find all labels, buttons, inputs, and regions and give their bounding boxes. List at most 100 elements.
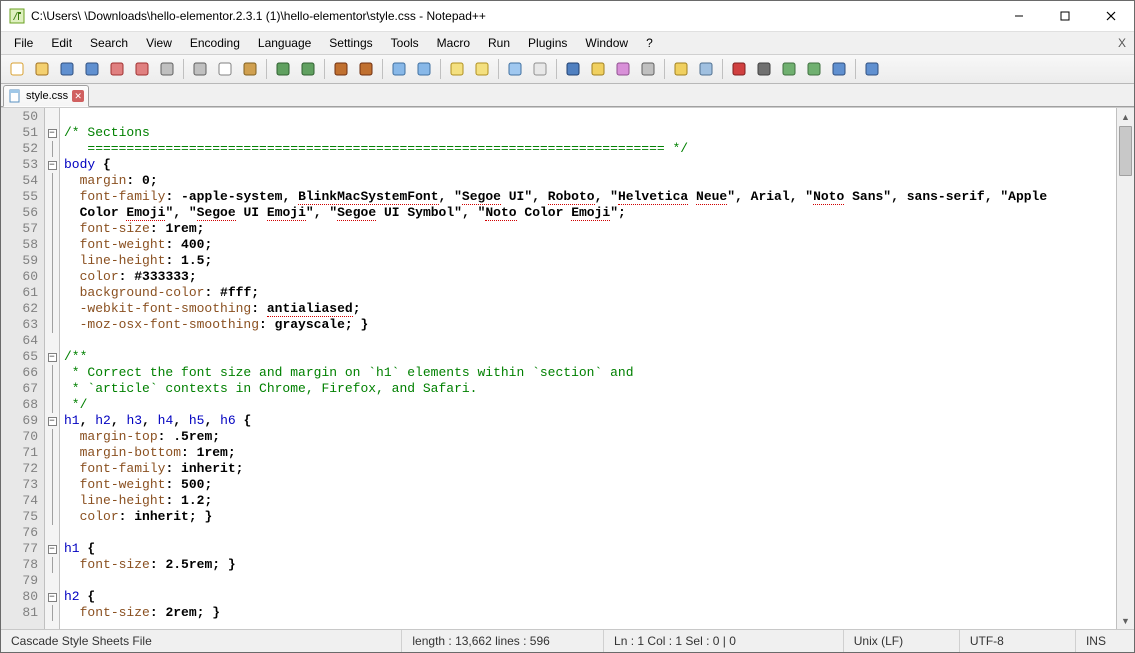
- code-line[interactable]: font-weight: 500;: [64, 477, 1116, 493]
- indent-guide-icon[interactable]: [561, 57, 585, 81]
- code-line[interactable]: margin: 0;: [64, 173, 1116, 189]
- redo-icon[interactable]: [296, 57, 320, 81]
- status-encoding[interactable]: UTF-8: [960, 630, 1076, 652]
- doc-map-icon[interactable]: [611, 57, 635, 81]
- fold-marker[interactable]: −: [45, 349, 59, 365]
- fold-marker: [45, 269, 59, 285]
- minimize-button[interactable]: [996, 1, 1042, 31]
- code-line[interactable]: [64, 525, 1116, 541]
- close-all-icon[interactable]: [130, 57, 154, 81]
- code-line[interactable]: font-family: -apple-system, BlinkMacSyst…: [64, 189, 1116, 205]
- menu-settings[interactable]: Settings: [320, 34, 381, 52]
- status-eol[interactable]: Unix (LF): [844, 630, 960, 652]
- fold-marker[interactable]: −: [45, 541, 59, 557]
- code-line[interactable]: -moz-osx-font-smoothing: grayscale; }: [64, 317, 1116, 333]
- menu-encoding[interactable]: Encoding: [181, 34, 249, 52]
- code-line[interactable]: Color Emoji", "Segoe UI Emoji", "Segoe U…: [64, 205, 1116, 221]
- code-line[interactable]: font-weight: 400;: [64, 237, 1116, 253]
- code-line[interactable]: background-color: #fff;: [64, 285, 1116, 301]
- menu-view[interactable]: View: [137, 34, 181, 52]
- menu-[interactable]: ?: [637, 34, 662, 52]
- code-line[interactable]: font-family: inherit;: [64, 461, 1116, 477]
- copy-icon[interactable]: [213, 57, 237, 81]
- status-insert-mode[interactable]: INS: [1076, 630, 1134, 652]
- new-file-icon[interactable]: [5, 57, 29, 81]
- menu-language[interactable]: Language: [249, 34, 320, 52]
- fold-marker[interactable]: −: [45, 413, 59, 429]
- scroll-up-icon[interactable]: ▲: [1117, 108, 1134, 125]
- lang-icon[interactable]: [586, 57, 610, 81]
- paste-icon[interactable]: [238, 57, 262, 81]
- zoom-out-icon[interactable]: [412, 57, 436, 81]
- menu-tools[interactable]: Tools: [382, 34, 428, 52]
- code-line[interactable]: color: inherit; }: [64, 509, 1116, 525]
- close-icon[interactable]: [105, 57, 129, 81]
- code-line[interactable]: margin-top: .5rem;: [64, 429, 1116, 445]
- code-line[interactable]: color: #333333;: [64, 269, 1116, 285]
- code-line[interactable]: /**: [64, 349, 1116, 365]
- code-line[interactable]: * `article` contexts in Chrome, Firefox,…: [64, 381, 1116, 397]
- undo-icon[interactable]: [271, 57, 295, 81]
- code-area[interactable]: /* Sections ============================…: [60, 108, 1116, 629]
- tab-close-icon[interactable]: ✕: [72, 90, 84, 102]
- tab-active[interactable]: style.css ✕: [3, 85, 89, 107]
- code-line[interactable]: h2 {: [64, 589, 1116, 605]
- spellcheck-icon[interactable]: [860, 57, 884, 81]
- menu-file[interactable]: File: [5, 34, 42, 52]
- code-line[interactable]: * Correct the font size and margin on `h…: [64, 365, 1116, 381]
- save-all-icon[interactable]: [80, 57, 104, 81]
- sync-v-icon[interactable]: [445, 57, 469, 81]
- code-line[interactable]: h1, h2, h3, h4, h5, h6 {: [64, 413, 1116, 429]
- scroll-down-icon[interactable]: ▼: [1117, 612, 1134, 629]
- code-line[interactable]: body {: [64, 157, 1116, 173]
- menu-run[interactable]: Run: [479, 34, 519, 52]
- play-icon[interactable]: [777, 57, 801, 81]
- record-icon[interactable]: [727, 57, 751, 81]
- vertical-scrollbar[interactable]: ▲ ▼: [1116, 108, 1134, 629]
- code-line[interactable]: ========================================…: [64, 141, 1116, 157]
- code-line[interactable]: [64, 109, 1116, 125]
- show-all-icon[interactable]: [528, 57, 552, 81]
- code-line[interactable]: /* Sections: [64, 125, 1116, 141]
- scroll-thumb[interactable]: [1119, 126, 1132, 176]
- code-line[interactable]: font-size: 2.5rem; }: [64, 557, 1116, 573]
- close-button[interactable]: [1088, 1, 1134, 31]
- fold-marker[interactable]: −: [45, 157, 59, 173]
- wordwrap-icon[interactable]: [503, 57, 527, 81]
- app-icon: [9, 8, 25, 24]
- func-list-icon[interactable]: [636, 57, 660, 81]
- menu-plugins[interactable]: Plugins: [519, 34, 576, 52]
- code-line[interactable]: line-height: 1.2;: [64, 493, 1116, 509]
- find-icon[interactable]: [329, 57, 353, 81]
- menu-edit[interactable]: Edit: [42, 34, 81, 52]
- code-line[interactable]: font-size: 2rem; }: [64, 605, 1116, 621]
- menu-window[interactable]: Window: [576, 34, 637, 52]
- play-multi-icon[interactable]: [802, 57, 826, 81]
- zoom-in-icon[interactable]: [387, 57, 411, 81]
- code-line[interactable]: -webkit-font-smoothing: antialiased;: [64, 301, 1116, 317]
- fold-marker[interactable]: −: [45, 125, 59, 141]
- code-line[interactable]: h1 {: [64, 541, 1116, 557]
- cut-icon[interactable]: [188, 57, 212, 81]
- code-line[interactable]: line-height: 1.5;: [64, 253, 1116, 269]
- monitor-icon[interactable]: [694, 57, 718, 81]
- code-line[interactable]: margin-bottom: 1rem;: [64, 445, 1116, 461]
- menu-search[interactable]: Search: [81, 34, 137, 52]
- code-line[interactable]: */: [64, 397, 1116, 413]
- code-line[interactable]: [64, 573, 1116, 589]
- replace-icon[interactable]: [354, 57, 378, 81]
- code-line[interactable]: font-size: 1rem;: [64, 221, 1116, 237]
- fold-marker[interactable]: −: [45, 589, 59, 605]
- stop-icon[interactable]: [752, 57, 776, 81]
- menubar-close-doc-icon[interactable]: X: [1118, 36, 1126, 50]
- maximize-button[interactable]: [1042, 1, 1088, 31]
- fold-marker: [45, 237, 59, 253]
- sync-h-icon[interactable]: [470, 57, 494, 81]
- open-file-icon[interactable]: [30, 57, 54, 81]
- print-icon[interactable]: [155, 57, 179, 81]
- code-line[interactable]: [64, 333, 1116, 349]
- menu-macro[interactable]: Macro: [428, 34, 479, 52]
- folder-icon[interactable]: [669, 57, 693, 81]
- save-icon[interactable]: [55, 57, 79, 81]
- save-macro-icon[interactable]: [827, 57, 851, 81]
